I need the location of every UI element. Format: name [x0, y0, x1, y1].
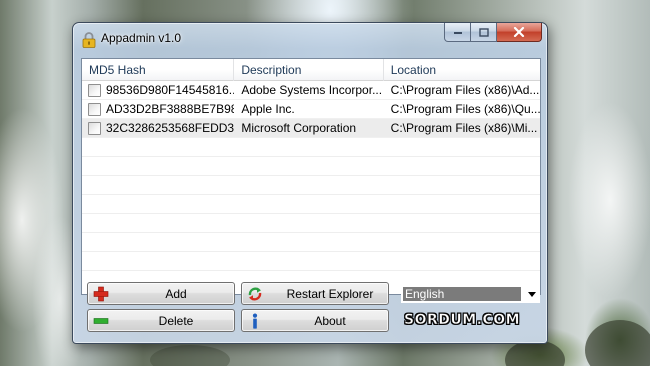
- empty-row: [82, 195, 540, 214]
- delete-label: Delete: [158, 314, 194, 328]
- empty-row: [82, 252, 540, 271]
- location-cell: C:\Program Files (x86)\Qu...: [390, 102, 540, 116]
- about-button[interactable]: About: [241, 309, 389, 332]
- list-header: MD5 Hash Description Location: [82, 59, 540, 81]
- close-button[interactable]: [497, 23, 542, 42]
- title-bar[interactable]: Appadmin v1.0: [73, 23, 547, 53]
- description-cell: Microsoft Corporation: [241, 121, 357, 135]
- empty-row: [82, 233, 540, 252]
- row-checkbox[interactable]: [88, 102, 101, 116]
- hash-text: 32C3286253568FEDD3...: [106, 121, 235, 135]
- maximize-button[interactable]: [471, 23, 497, 42]
- empty-row: [82, 157, 540, 176]
- language-select[interactable]: English: [401, 285, 540, 303]
- minimize-icon: [453, 32, 462, 34]
- location-cell: C:\Program Files (x86)\Ad...: [390, 83, 540, 97]
- column-header-location[interactable]: Location: [384, 59, 540, 81]
- empty-row: [82, 138, 540, 157]
- table-row[interactable]: 32C3286253568FEDD3... Microsoft Corporat…: [82, 119, 540, 138]
- description-cell: Apple Inc.: [241, 102, 295, 116]
- hash-text: 98536D980F14545816...: [106, 83, 235, 97]
- table-row[interactable]: 98536D980F14545816... Adobe Systems Inco…: [82, 81, 540, 100]
- sordum-logo[interactable]: SORDUM.COM: [404, 312, 520, 329]
- table-row[interactable]: AD33D2BF3888BE7B98... Apple Inc. C:\Prog…: [82, 100, 540, 119]
- column-header-description[interactable]: Description: [234, 59, 384, 81]
- row-checkbox[interactable]: [88, 83, 101, 97]
- red-plus-icon: [92, 286, 110, 302]
- restart-explorer-button[interactable]: Restart Explorer: [241, 282, 389, 305]
- restart-explorer-label: Restart Explorer: [286, 287, 374, 301]
- description-cell: Adobe Systems Incorpor...: [241, 83, 383, 97]
- hash-cell: 98536D980F14545816...: [82, 81, 234, 99]
- hash-cell: 32C3286253568FEDD3...: [82, 119, 234, 137]
- chevron-down-icon[interactable]: [528, 292, 536, 297]
- minimize-button[interactable]: [444, 23, 471, 42]
- empty-row: [82, 176, 540, 195]
- hash-text: AD33D2BF3888BE7B98...: [106, 102, 235, 116]
- hash-cell: AD33D2BF3888BE7B98...: [82, 100, 234, 118]
- location-cell: C:\Program Files (x86)\Mi...: [390, 121, 538, 135]
- add-button[interactable]: Add: [87, 282, 235, 305]
- column-header-md5-hash[interactable]: MD5 Hash: [82, 59, 235, 81]
- program-list[interactable]: MD5 Hash Description Location 98536D980F…: [81, 58, 541, 295]
- close-icon: [513, 27, 525, 37]
- about-label: About: [314, 314, 346, 328]
- caption-buttons: [444, 23, 542, 42]
- window-title: Appadmin v1.0: [101, 31, 182, 45]
- lock-icon: [82, 32, 96, 48]
- add-label: Add: [165, 287, 187, 301]
- green-minus-icon: [92, 313, 110, 329]
- app-window: Appadmin v1.0 MD5 Hash Description Locat…: [72, 22, 548, 344]
- maximize-icon: [478, 27, 489, 37]
- language-selected-value: English: [403, 287, 521, 301]
- info-icon: [246, 313, 264, 329]
- empty-row: [82, 214, 540, 233]
- refresh-arrows-icon: [246, 286, 264, 302]
- row-checkbox[interactable]: [88, 121, 101, 135]
- delete-button[interactable]: Delete: [87, 309, 235, 332]
